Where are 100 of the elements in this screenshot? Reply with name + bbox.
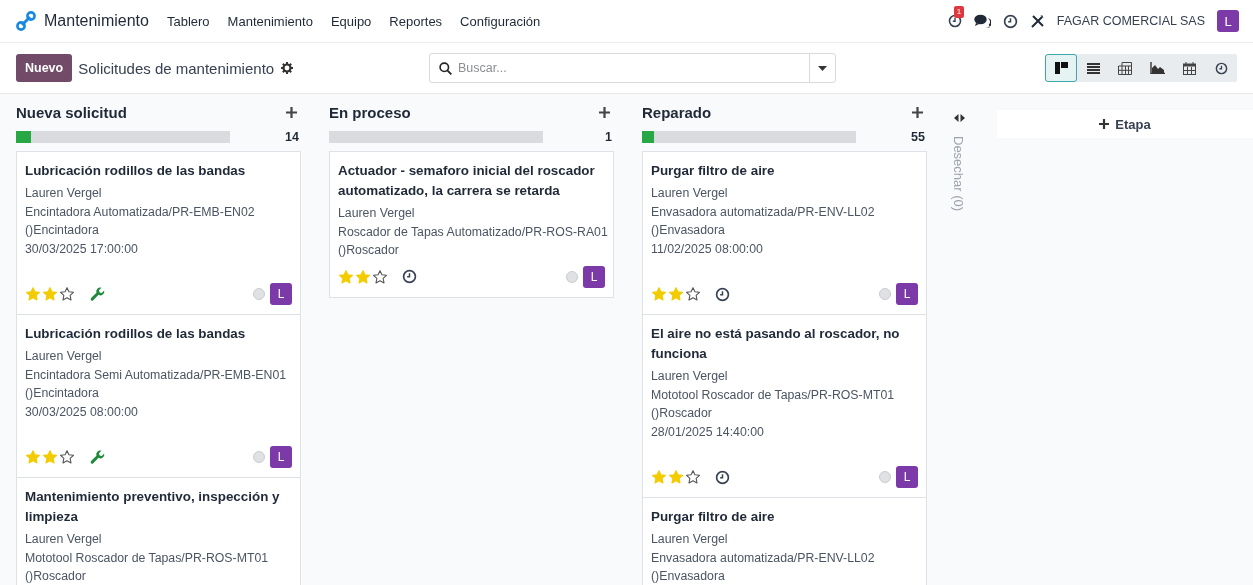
empty-star-icon[interactable] <box>372 268 388 285</box>
search-bar[interactable]: Buscar... <box>429 53 836 83</box>
star-icon[interactable] <box>668 469 684 485</box>
star-icon[interactable] <box>668 286 684 302</box>
clock-icon[interactable] <box>715 286 730 302</box>
card-equipment: Envasadora automatizada/PR-ENV-LL02 <box>651 203 876 221</box>
plus-icon[interactable] <box>286 106 297 118</box>
calendar-icon <box>1182 61 1196 75</box>
table-icon <box>1118 61 1132 75</box>
menu-item[interactable]: Reportes <box>389 13 443 29</box>
plus-icon <box>1099 119 1110 129</box>
star-icon[interactable] <box>338 268 354 285</box>
card-equipment: Mototool Roscador de Tapas/PR-ROS-MT01 <box>651 386 896 404</box>
empty-star-icon[interactable] <box>685 469 701 485</box>
card-assignee: Lauren Vergel <box>651 368 729 385</box>
record-count: 14 <box>284 130 299 144</box>
kanban-card[interactable]: Purgar filtro de aire Lauren Vergel Envasadora automatizada/PR-ENV-LL02 ()Envasadora 11/02/2025 08:00:00 L <box>642 151 927 315</box>
status-dot[interactable] <box>566 270 578 283</box>
card-assignee: Lauren Vergel <box>25 348 103 365</box>
card-assignee: Lauren Vergel <box>651 185 729 202</box>
star-icon[interactable] <box>42 449 58 465</box>
settings-icon[interactable] <box>281 62 294 74</box>
status-dot[interactable] <box>879 471 891 483</box>
column-title: Nueva solicitud <box>16 103 127 121</box>
card-category: ()Envasadora <box>651 568 726 585</box>
user-avatar[interactable]: L <box>896 283 918 305</box>
card-category: ()Roscador <box>651 405 713 422</box>
empty-star-icon[interactable] <box>59 449 75 465</box>
expand-icon[interactable] <box>953 114 965 122</box>
kanban-card[interactable]: Lubricación rodillos de las bandas Lauren Vergel Encintadora Automatizada/PR-EMB-EN02 ()Encintadora 30/03/2025 17:00:00 L <box>16 151 301 315</box>
card-equipment: Mototool Roscador de Tapas/PR-ROS-MT01 <box>25 549 270 567</box>
menu-item[interactable]: Mantenimiento <box>227 13 313 29</box>
clock-icon[interactable] <box>1002 13 1018 29</box>
star-icon[interactable] <box>651 469 667 485</box>
company-name[interactable]: FAGAR COMERCIAL SAS <box>1056 14 1205 28</box>
card-category: ()Roscador <box>25 568 87 585</box>
star-icon[interactable] <box>651 286 667 302</box>
status-dot[interactable] <box>253 288 265 300</box>
card-title: El aire no está pasando al roscador, no funciona <box>651 325 901 363</box>
plus-icon[interactable] <box>912 106 923 118</box>
app-logo-icon[interactable] <box>16 11 36 31</box>
card-equipment: Encintadora Automatizada/PR-EMB-EN02 <box>25 203 256 221</box>
card-title: Lubricación rodillos de las bandas <box>25 162 247 180</box>
new-button[interactable]: Nuevo <box>16 54 73 82</box>
add-stage-button[interactable]: Etapa <box>997 110 1253 138</box>
menu-item[interactable]: Equipo <box>330 13 372 29</box>
kanban-card[interactable]: Actuador - semaforo inicial del roscador automatizado, la carrera se retarda Lauren Vergel Roscador de Tapas Automatizado/PR-ROS-RA01 ()Roscador L <box>329 151 614 298</box>
activity-icon[interactable] <box>947 14 962 28</box>
area-chart-icon <box>1149 62 1165 74</box>
kanban-icon <box>1054 62 1068 74</box>
card-category: ()Roscador <box>338 242 400 259</box>
app-name[interactable]: Mantenimiento <box>44 12 149 30</box>
card-assignee: Lauren Vergel <box>25 531 103 548</box>
page-title: Solicitudes de mantenimiento <box>78 59 275 77</box>
search-field[interactable]: Buscar... <box>452 61 809 75</box>
status-dot[interactable] <box>879 288 891 300</box>
plus-icon[interactable] <box>599 106 610 118</box>
menu-item[interactable]: Tablero <box>166 13 210 29</box>
card-date: 28/01/2025 14:40:00 <box>651 423 765 441</box>
card-category: ()Encintadora <box>25 222 100 239</box>
empty-star-icon[interactable] <box>59 286 75 302</box>
card-assignee: Lauren Vergel <box>651 531 729 548</box>
list-icon <box>1086 62 1100 74</box>
star-icon[interactable] <box>25 286 41 302</box>
user-avatar[interactable]: L <box>1217 10 1239 32</box>
star-icon[interactable] <box>355 268 371 285</box>
empty-star-icon[interactable] <box>685 286 701 302</box>
record-count: 1 <box>604 130 612 144</box>
user-avatar[interactable]: L <box>896 466 918 488</box>
card-title: Purgar filtro de aire <box>651 508 776 526</box>
kanban-card[interactable]: Lubricación rodillos de las bandas Lauren Vergel Encintadora Semi Automatizada/PR-EMB-EN01 ()Encintadora 30/03/2025 08:00:00 L <box>16 314 301 478</box>
card-title: Lubricación rodillos de las bandas <box>25 325 247 343</box>
user-avatar[interactable]: L <box>270 446 292 468</box>
card-category: ()Envasadora <box>651 222 726 239</box>
card-date: 11/02/2025 08:00:00 <box>651 240 764 258</box>
card-equipment: Envasadora automatizada/PR-ENV-LL02 <box>651 549 876 567</box>
card-title: Actuador - semaforo inicial del roscador automatizado, la carrera se retarda <box>338 162 596 200</box>
card-category: ()Encintadora <box>25 385 100 402</box>
star-icon[interactable] <box>25 449 41 465</box>
kanban-card[interactable]: El aire no está pasando al roscador, no funciona Lauren Vergel Mototool Roscador de Tapas/PR-ROS-MT01 ()Roscador 28/01/2025 14:40:00 L <box>642 314 927 498</box>
search-icon <box>439 61 452 75</box>
chat-icon[interactable] <box>973 14 991 28</box>
clock-icon[interactable] <box>402 269 417 284</box>
view-switch-button[interactable] <box>1045 54 1077 82</box>
clock-icon <box>1214 61 1228 75</box>
menu-item[interactable]: Configuración <box>460 13 541 29</box>
kanban-card[interactable]: Purgar filtro de aire Lauren Vergel Envasadora automatizada/PR-ENV-LL02 ()Envasadora <box>642 497 927 585</box>
card-assignee: Lauren Vergel <box>338 205 416 222</box>
column-title: Reparado <box>642 103 712 121</box>
wrench-icon[interactable] <box>89 448 106 466</box>
clock-icon[interactable] <box>715 469 730 485</box>
column-title: En proceso <box>329 103 411 121</box>
wrench-icon[interactable] <box>89 285 106 303</box>
card-assignee: Lauren Vergel <box>25 185 103 202</box>
user-avatar[interactable]: L <box>583 265 605 288</box>
status-dot[interactable] <box>253 451 265 463</box>
kanban-card[interactable]: Mantenimiento preventivo, inspección y limpieza Lauren Vergel Mototool Roscador de Tapas/PR-ROS-MT01 ()Roscador <box>16 477 301 585</box>
user-avatar[interactable]: L <box>270 283 292 305</box>
caret-icon[interactable] <box>818 65 827 71</box>
star-icon[interactable] <box>42 286 58 302</box>
